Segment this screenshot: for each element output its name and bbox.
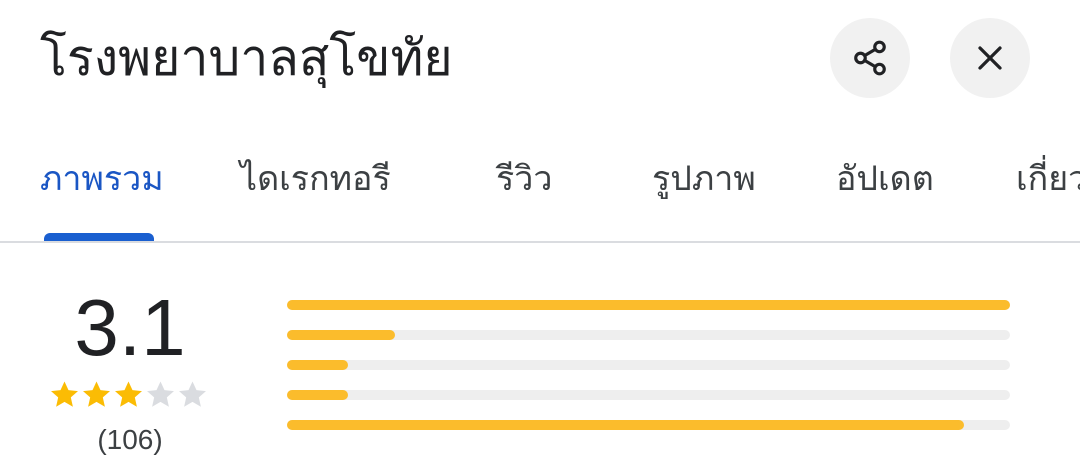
- rating-bar-1-star: [287, 420, 1010, 430]
- star-filled-icon: [115, 381, 142, 407]
- place-title: โรงพยาบาลสุโขทัย: [40, 29, 453, 87]
- rating-bar-fill: [287, 390, 349, 400]
- rating-bar-fill: [287, 360, 349, 370]
- rating-bar-5-star: [287, 300, 1010, 310]
- star-empty-icon: [179, 381, 206, 407]
- tab-photos[interactable]: รูปภาพ: [652, 154, 756, 204]
- star-filled-icon: [83, 381, 110, 407]
- tab-reviews[interactable]: รีวิว: [496, 154, 552, 204]
- tab-updates[interactable]: อัปเดต: [836, 154, 934, 204]
- share-icon: [854, 40, 886, 76]
- star-filled-icon: [51, 381, 78, 407]
- place-sheet: โรงพยาบาลสุโขทัย ภาพรวม ไดเรกทอรี รีวิว …: [0, 0, 1080, 469]
- rating-bar-fill: [287, 420, 965, 430]
- rating-score: 3.1: [74, 283, 186, 372]
- rating-bar-4-star: [287, 330, 1010, 340]
- tab-bar: ภาพรวม ไดเรกทอรี รีวิว รูปภาพ อัปเดต เกี…: [0, 140, 1080, 243]
- rating-bar-2-star: [287, 390, 1010, 400]
- tab-directory[interactable]: ไดเรกทอรี: [240, 154, 391, 204]
- review-count[interactable]: (106): [60, 422, 200, 458]
- tab-divider: [0, 241, 1080, 243]
- tab-about[interactable]: เกี่ยว: [1016, 154, 1080, 204]
- star-rating: [48, 378, 208, 411]
- rating-bar-3-star: [287, 360, 1010, 370]
- rating-distribution: [287, 300, 1010, 450]
- tab-overview[interactable]: ภาพรวม: [40, 154, 164, 204]
- rating-bar-fill: [287, 300, 1010, 310]
- close-button[interactable]: [950, 18, 1030, 98]
- close-icon: [978, 46, 1002, 70]
- share-button[interactable]: [830, 18, 910, 98]
- rating-bar-fill: [287, 330, 396, 340]
- star-empty-icon: [147, 381, 174, 407]
